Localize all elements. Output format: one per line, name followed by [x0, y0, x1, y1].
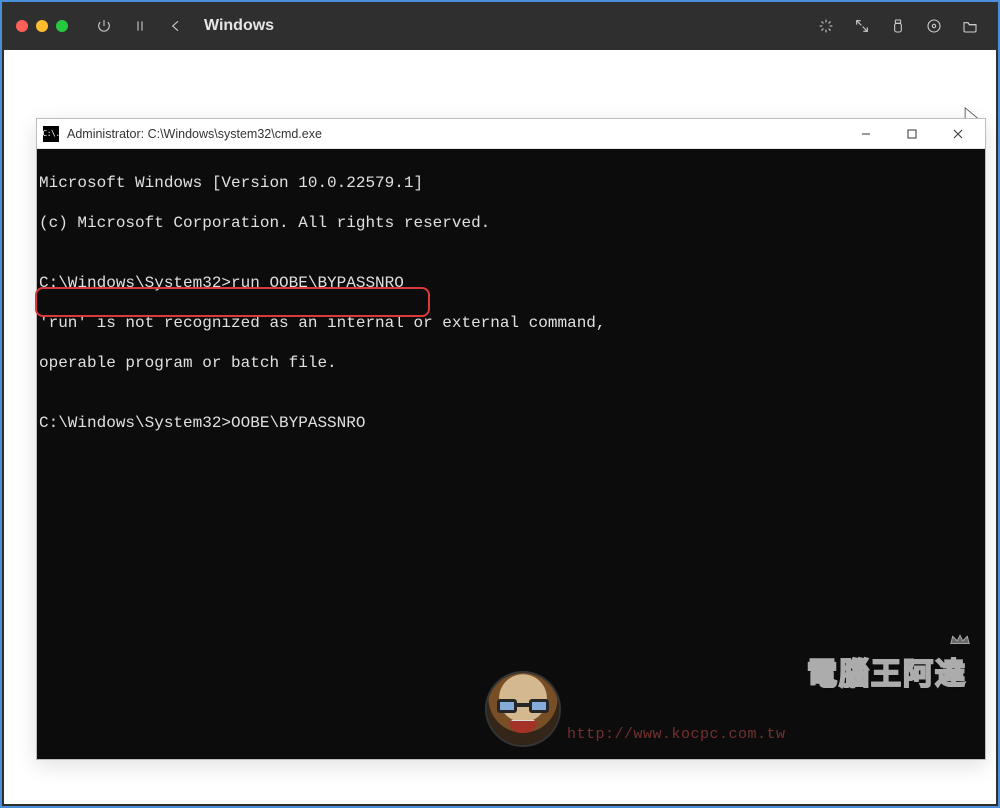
cmd-terminal[interactable]: Microsoft Windows [Version 10.0.22579.1]…: [37, 149, 985, 759]
power-icon[interactable]: [90, 12, 118, 40]
disc-icon[interactable]: [920, 12, 948, 40]
crown-icon: [949, 633, 971, 645]
minimize-traffic-light[interactable]: [36, 20, 48, 32]
zoom-traffic-light[interactable]: [56, 20, 68, 32]
vm-title: Windows: [204, 17, 274, 35]
terminal-line: operable program or batch file.: [39, 353, 983, 373]
watermark-avatar-icon: [487, 673, 559, 745]
cmd-app-icon: C:\.: [43, 126, 59, 142]
terminal-line: C:\Windows\System32>OOBE\BYPASSNRO: [39, 413, 983, 433]
vm-desktop: C:\. Administrator: C:\Windows\system32\…: [4, 50, 996, 804]
traffic-lights: [16, 20, 68, 32]
vm-titlebar: Windows: [2, 2, 998, 50]
cmd-titlebar[interactable]: C:\. Administrator: C:\Windows\system32\…: [37, 119, 985, 149]
back-icon[interactable]: [162, 12, 190, 40]
maximize-button[interactable]: [889, 119, 935, 149]
usb-device-icon[interactable]: [884, 12, 912, 40]
pause-icon[interactable]: [126, 12, 154, 40]
cmd-title: Administrator: C:\Windows\system32\cmd.e…: [67, 127, 322, 141]
close-traffic-light[interactable]: [16, 20, 28, 32]
watermark-url: http://www.kocpc.com.tw: [567, 725, 786, 745]
terminal-line: 'run' is not recognized as an internal o…: [39, 313, 983, 333]
watermark-title: 電腦王阿達: [567, 647, 967, 727]
terminal-line: C:\Windows\System32>run OOBE\BYPASSNRO: [39, 273, 983, 293]
minimize-button[interactable]: [843, 119, 889, 149]
loading-spinner-icon: [812, 12, 840, 40]
cmd-window: C:\. Administrator: C:\Windows\system32\…: [36, 118, 986, 760]
folder-open-icon[interactable]: [956, 12, 984, 40]
terminal-line: (c) Microsoft Corporation. All rights re…: [39, 213, 983, 233]
close-button[interactable]: [935, 119, 981, 149]
terminal-line: Microsoft Windows [Version 10.0.22579.1]: [39, 173, 983, 193]
expand-icon[interactable]: [848, 12, 876, 40]
watermark: 電腦王阿達 http://www.kocpc.com.tw: [487, 647, 967, 745]
